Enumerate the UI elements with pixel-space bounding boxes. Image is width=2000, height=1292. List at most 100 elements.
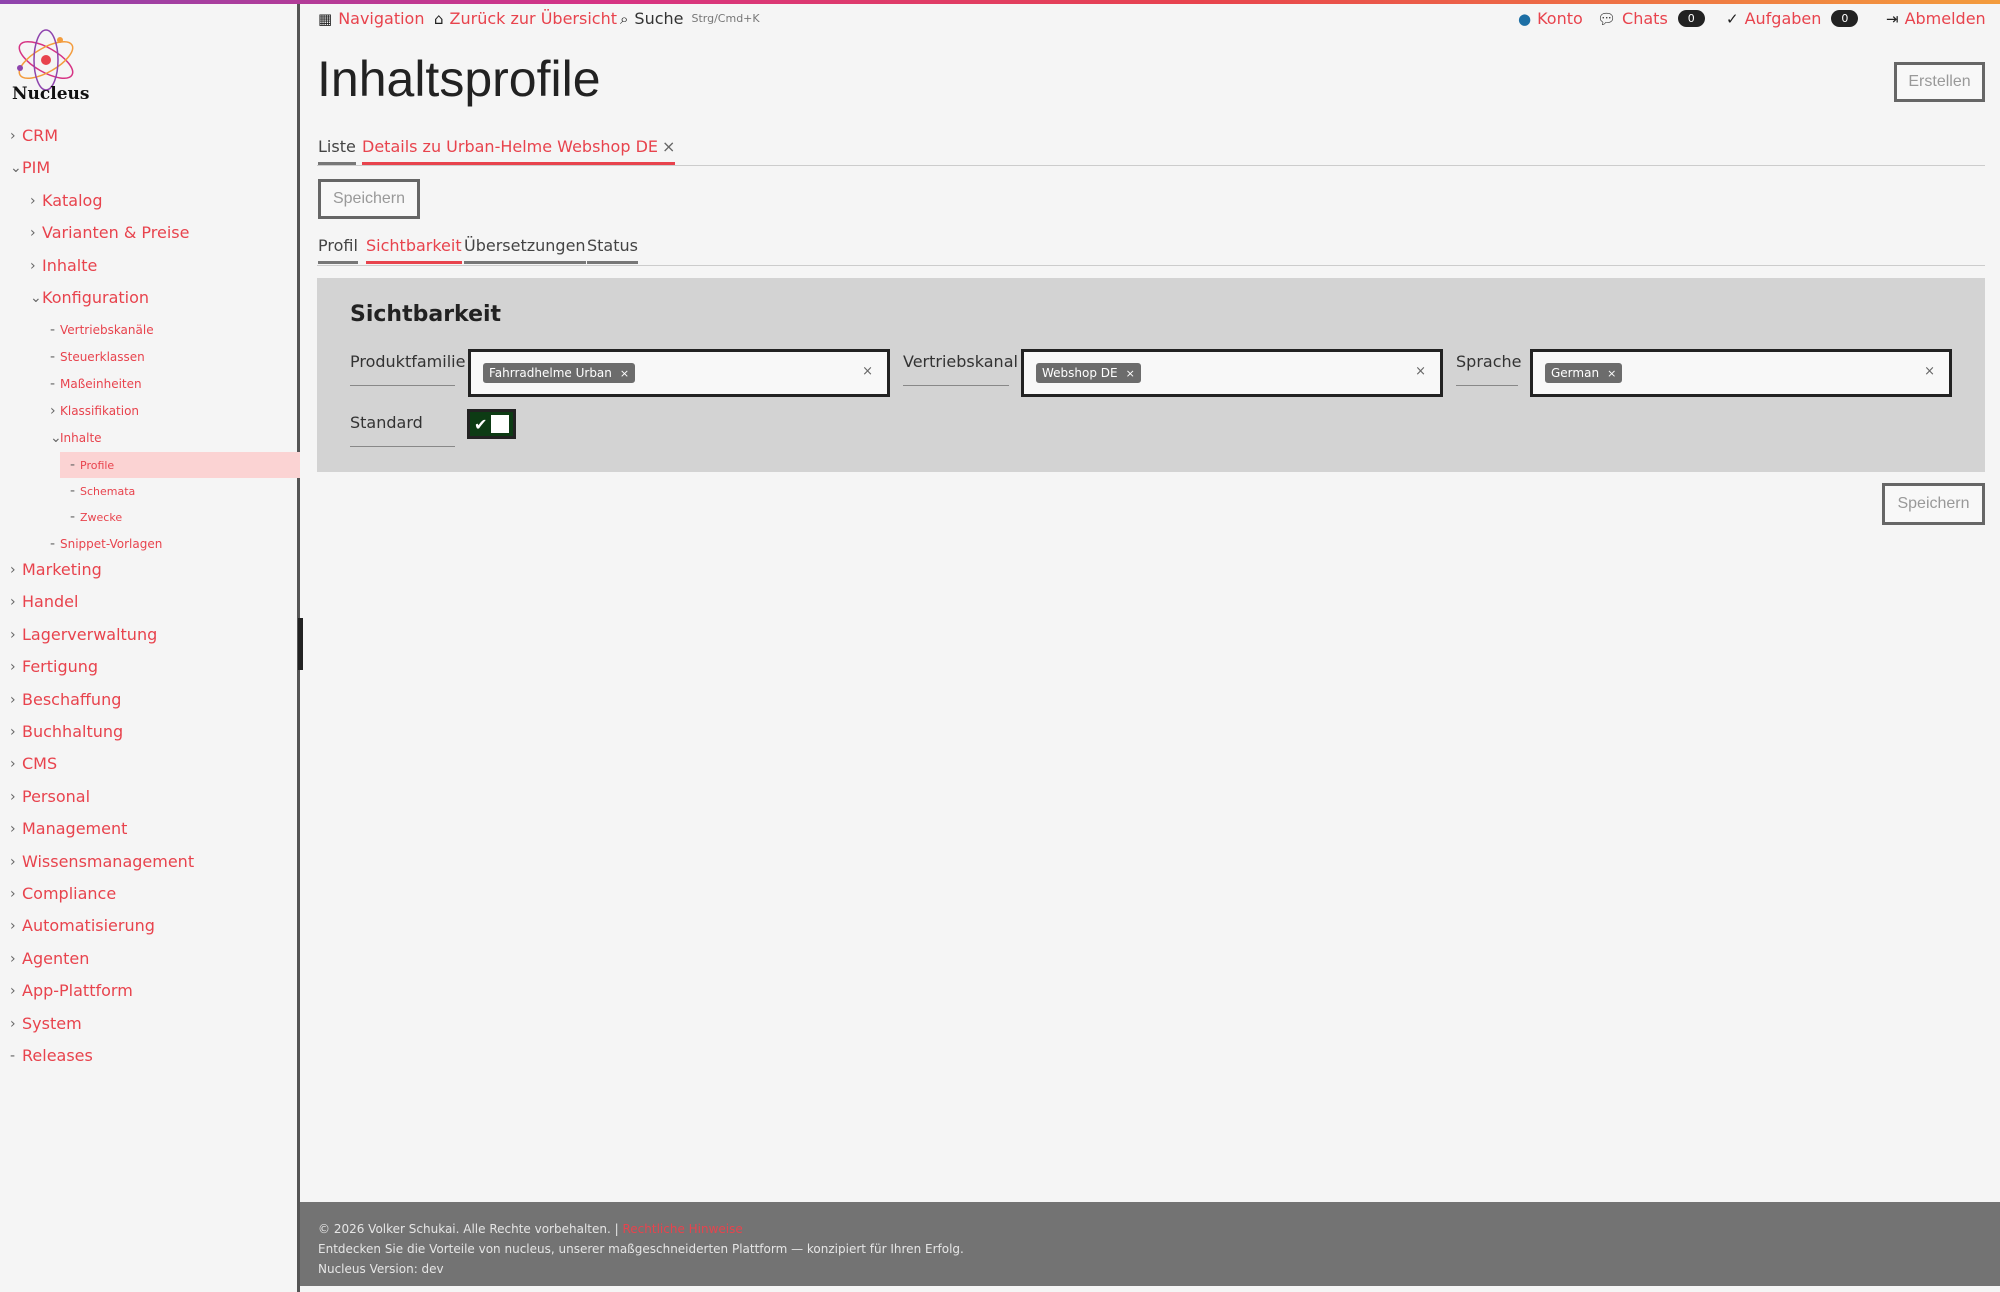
sidebar-item-steuerklassen[interactable]: - Steuerklassen [50,349,145,365]
checkmark-icon: ✔ [474,414,488,434]
create-button[interactable]: Erstellen [1894,62,1985,102]
sidebar-item-inhalte-sub[interactable]: ⌄ Inhalte [50,430,102,446]
tasks-link[interactable]: ✓ Aufgaben 0 [1726,9,1859,28]
tab-label: Details zu Urban-Helme Webshop DE [362,137,658,156]
vertriebskanal-select[interactable]: Webshop DE × × [1021,349,1443,397]
sprache-select[interactable]: German × × [1530,349,1952,397]
search-button[interactable]: ⌕ Suche Strg/Cmd+K [620,9,760,28]
chevron-right-icon: › [50,403,56,419]
sidebar-item-zwecke[interactable]: - Zwecke [70,509,122,525]
tab-details[interactable]: Details zu Urban-Helme Webshop DE × [362,137,676,165]
sidebar-item-varianten[interactable]: › Varianten & Preise [30,223,189,242]
sidebar-item-masseinheiten[interactable]: - Maßeinheiten [50,376,142,392]
tasks-label: Aufgaben [1744,9,1822,28]
sidebar-item-label: Buchhaltung [22,722,124,741]
dash-icon: - [10,1047,16,1064]
sidebar-item-agenten[interactable]: › Agenten [10,949,89,968]
produktfamilie-select[interactable]: Fahrradhelme Urban × × [468,349,890,397]
sidebar-item-label: Personal [22,787,91,806]
dash-icon: - [50,376,56,392]
clear-icon[interactable]: × [1415,364,1426,379]
chip-label: Fahrradhelme Urban [489,366,612,380]
sidebar-item-lager[interactable]: › Lagerverwaltung [10,625,157,644]
chevron-right-icon: › [10,755,16,772]
sidebar-item-handel[interactable]: › Handel [10,592,78,611]
back-label: Zurück zur Übersicht [449,9,617,28]
tab-list[interactable]: Liste [318,137,356,165]
chevron-down-icon: ⌄ [10,159,22,176]
navigation-label: Navigation [338,9,425,28]
search-icon: ⌕ [620,9,629,28]
sidebar-item-konfiguration[interactable]: ⌄ Konfiguration [30,288,149,307]
sidebar-item-katalog[interactable]: › Katalog [30,191,102,210]
tab-status[interactable]: Status [587,236,638,264]
sidebar-item-app-plattform[interactable]: › App-Plattform [10,981,133,1000]
remove-chip-icon[interactable]: × [1607,367,1616,380]
sidebar-item-label: Inhalte [60,431,102,445]
sidebar-item-label: Steuerklassen [60,350,145,364]
chip-label: German [1551,366,1600,380]
sidebar-item-inhalte[interactable]: › Inhalte [30,256,97,275]
sidebar-item-label: Vertriebskanäle [60,323,154,337]
home-icon: ⌂ [434,9,444,28]
save-button-bottom[interactable]: Speichern [1882,483,1985,525]
sidebar-item-label: Varianten & Preise [42,223,190,242]
sidebar-item-fertigung[interactable]: › Fertigung [10,657,98,676]
remove-chip-icon[interactable]: × [1126,367,1135,380]
chats-link[interactable]: 💬︎ Chats 0 [1597,9,1705,28]
standard-toggle[interactable]: ✔ [467,409,516,439]
chevron-right-icon: › [10,950,16,967]
tab-label: Status [587,236,638,255]
sidebar-item-compliance[interactable]: › Compliance [10,884,116,903]
back-to-overview-link[interactable]: ⌂ Zurück zur Übersicht [434,9,617,28]
remove-chip-icon[interactable]: × [620,367,629,380]
sidebar-item-label: CRM [22,126,59,145]
sidebar-item-label: Schemata [80,484,136,498]
tab-uebersetzungen[interactable]: Übersetzungen [464,236,586,264]
sidebar-item-profile[interactable]: - Profile [70,457,114,473]
save-button-top[interactable]: Speichern [318,179,420,219]
chevron-right-icon: › [10,691,16,708]
account-link[interactable]: ● Konto [1518,9,1583,28]
sidebar-item-label: Marketing [22,560,102,579]
tab-sichtbarkeit[interactable]: Sichtbarkeit [366,236,462,264]
sidebar-item-personal[interactable]: › Personal [10,787,90,806]
footer: © 2026 Volker Schukai. Alle Rechte vorbe… [300,1202,2000,1286]
legal-link[interactable]: Rechtliche Hinweise [622,1222,742,1236]
sidebar-item-label: Inhalte [42,256,98,275]
chats-count-badge: 0 [1677,10,1705,27]
close-icon[interactable]: × [662,137,675,156]
copyright-text: © 2026 Volker Schukai. Alle Rechte vorbe… [318,1222,619,1236]
tab-profil[interactable]: Profil [318,236,358,264]
sidebar-item-management[interactable]: › Management [10,819,127,838]
clear-icon[interactable]: × [1924,364,1935,379]
tab-label: Liste [318,137,356,156]
navigation-link[interactable]: ▦ Navigation [318,9,424,28]
sidebar-item-label: Automatisierung [22,916,155,935]
sidebar-item-system[interactable]: › System [10,1014,82,1033]
sidebar-item-automatisierung[interactable]: › Automatisierung [10,916,155,935]
logout-icon: ⇥ [1886,9,1899,28]
sidebar-resize-handle[interactable] [298,618,303,670]
sidebar-item-marketing[interactable]: › Marketing [10,560,102,579]
sidebar-item-cms[interactable]: › CMS [10,754,57,773]
sprache-label: Sprache [1456,352,1521,386]
sidebar-item-crm[interactable]: › CRM [10,126,58,145]
sidebar-item-beschaffung[interactable]: › Beschaffung [10,690,121,709]
sidebar-item-schemata[interactable]: - Schemata [70,483,135,499]
sidebar-item-buchhaltung[interactable]: › Buchhaltung [10,722,123,741]
clear-icon[interactable]: × [862,364,873,379]
chevron-right-icon: › [10,788,16,805]
sidebar-item-klassifikation[interactable]: › Klassifikation [50,403,139,419]
toggle-knob [491,415,510,433]
sidebar-item-label: Lagerverwaltung [22,625,158,644]
sidebar-item-wissen[interactable]: › Wissensmanagement [10,852,194,871]
sidebar-item-releases[interactable]: - Releases [10,1046,93,1065]
sidebar-item-pim[interactable]: ⌄ PIM [10,158,50,177]
sidebar-item-snippet[interactable]: - Snippet-Vorlagen [50,536,162,552]
logout-link[interactable]: ⇥ Abmelden [1886,9,1986,28]
sidebar-item-label: Maßeinheiten [60,377,142,391]
sidebar-item-label: Compliance [22,884,117,903]
sidebar-item-vertriebskanaele[interactable]: - Vertriebskanäle [50,322,154,338]
chevron-down-icon: ⌄ [50,430,62,446]
